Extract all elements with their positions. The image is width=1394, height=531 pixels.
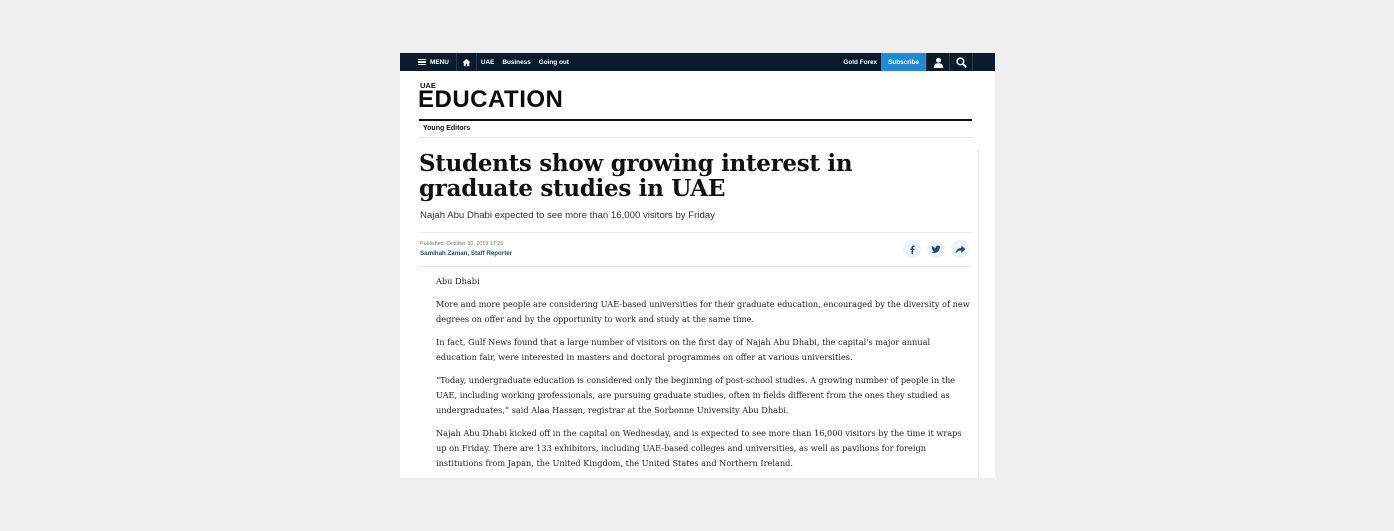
subnav-divider <box>419 137 972 138</box>
facebook-icon <box>910 245 915 254</box>
subscribe-button[interactable]: Subscribe <box>881 53 926 71</box>
published-date: Published: October 30, 2019 17:20 <box>420 241 504 247</box>
article-right-border <box>978 149 979 478</box>
nav-link-uae[interactable]: UAE <box>477 53 499 71</box>
article-paragraph: “Today, undergraduate education is consi… <box>436 375 956 415</box>
top-navigation-bar: MENU UAE Business Going out Gold Forex S… <box>400 53 995 71</box>
hamburger-icon <box>418 58 426 66</box>
article-page: MENU UAE Business Going out Gold Forex S… <box>400 53 995 478</box>
author-byline[interactable]: Samihah Zaman, Staff Reporter <box>420 250 512 257</box>
nav-link-business[interactable]: Business <box>498 53 534 71</box>
section-divider <box>419 119 972 121</box>
user-icon <box>933 57 943 68</box>
article-paragraph: In fact, Gulf News found that a large nu… <box>436 337 931 362</box>
article-headline: Students show growing interest in gradua… <box>419 150 853 202</box>
nav-link-gold-forex[interactable]: Gold Forex <box>839 53 881 71</box>
more-share-button[interactable] <box>951 240 969 258</box>
search-icon <box>955 56 967 68</box>
article-dateline: Abu Dhabi <box>436 276 480 286</box>
article-body: Abu Dhabi More and more people are consi… <box>436 274 971 478</box>
facebook-share-button[interactable] <box>903 240 921 258</box>
twitter-icon <box>931 245 941 253</box>
user-account-button[interactable] <box>926 53 949 71</box>
menu-label: MENU <box>430 58 449 66</box>
home-link[interactable] <box>455 53 477 71</box>
home-icon <box>462 58 471 66</box>
article-paragraph: More and more people are considering UAE… <box>436 299 970 324</box>
nav-end-cap <box>972 53 995 71</box>
twitter-share-button[interactable] <box>927 240 945 258</box>
section-title[interactable]: EDUCATION <box>418 86 563 114</box>
search-button[interactable] <box>949 53 972 71</box>
share-arrow-icon <box>955 244 965 254</box>
article-paragraph: Najah Abu Dhabi kicked off in the capita… <box>436 428 962 468</box>
meta-divider-bottom <box>419 266 972 267</box>
nav-link-going-out[interactable]: Going out <box>535 53 573 71</box>
menu-button[interactable]: MENU <box>400 53 453 71</box>
article-subheading: Najah Abu Dhabi expected to see more tha… <box>420 210 715 221</box>
subnav-link-young-editors[interactable]: Young Editors <box>423 125 470 132</box>
meta-divider-top <box>419 232 972 233</box>
